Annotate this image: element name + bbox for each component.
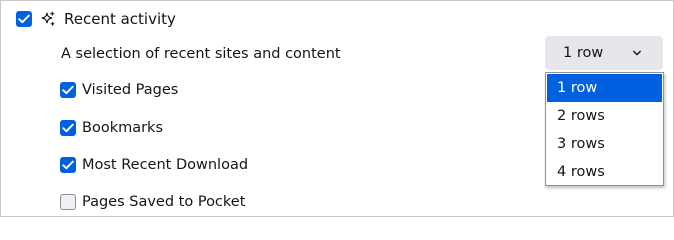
bookmarks-checkbox[interactable] <box>60 120 76 136</box>
rows-select[interactable]: 1 row <box>545 36 663 70</box>
option-label: Pages Saved to Pocket <box>82 194 246 210</box>
option-most-recent-download[interactable]: Most Recent Download <box>60 156 248 174</box>
rows-select-value: 1 row <box>563 45 604 61</box>
checkmark-icon <box>62 160 74 170</box>
most-recent-download-checkbox[interactable] <box>60 157 76 173</box>
recent-activity-checkbox[interactable] <box>16 11 32 27</box>
option-bookmarks[interactable]: Bookmarks <box>60 119 163 137</box>
rows-dropdown-list: 1 row 2 rows 3 rows 4 rows <box>545 72 664 186</box>
rows-option-4[interactable]: 4 rows <box>547 158 662 186</box>
checkmark-icon <box>62 85 74 95</box>
option-label: Visited Pages <box>82 82 179 98</box>
option-visited-pages[interactable]: Visited Pages <box>60 81 178 99</box>
section-title: Recent activity <box>64 10 176 28</box>
section-description-row: A selection of recent sites and content <box>61 45 341 63</box>
visited-pages-checkbox[interactable] <box>60 82 76 98</box>
rows-option-1[interactable]: 1 row <box>547 74 662 102</box>
rows-option-3[interactable]: 3 rows <box>547 130 662 158</box>
sparkle-icon <box>40 11 56 27</box>
preferences-panel: Recent activity A selection of recent si… <box>0 0 674 217</box>
pages-saved-to-pocket-checkbox[interactable] <box>60 194 76 210</box>
section-description: A selection of recent sites and content <box>61 46 341 62</box>
checkmark-icon <box>18 14 30 24</box>
checkmark-icon <box>62 123 74 133</box>
chevron-down-icon <box>633 50 641 56</box>
rows-option-2[interactable]: 2 rows <box>547 102 662 130</box>
option-label: Most Recent Download <box>82 157 249 173</box>
option-label: Bookmarks <box>82 120 164 136</box>
option-pages-saved-to-pocket[interactable]: Pages Saved to Pocket <box>60 193 245 211</box>
recent-activity-header: Recent activity <box>16 10 176 28</box>
